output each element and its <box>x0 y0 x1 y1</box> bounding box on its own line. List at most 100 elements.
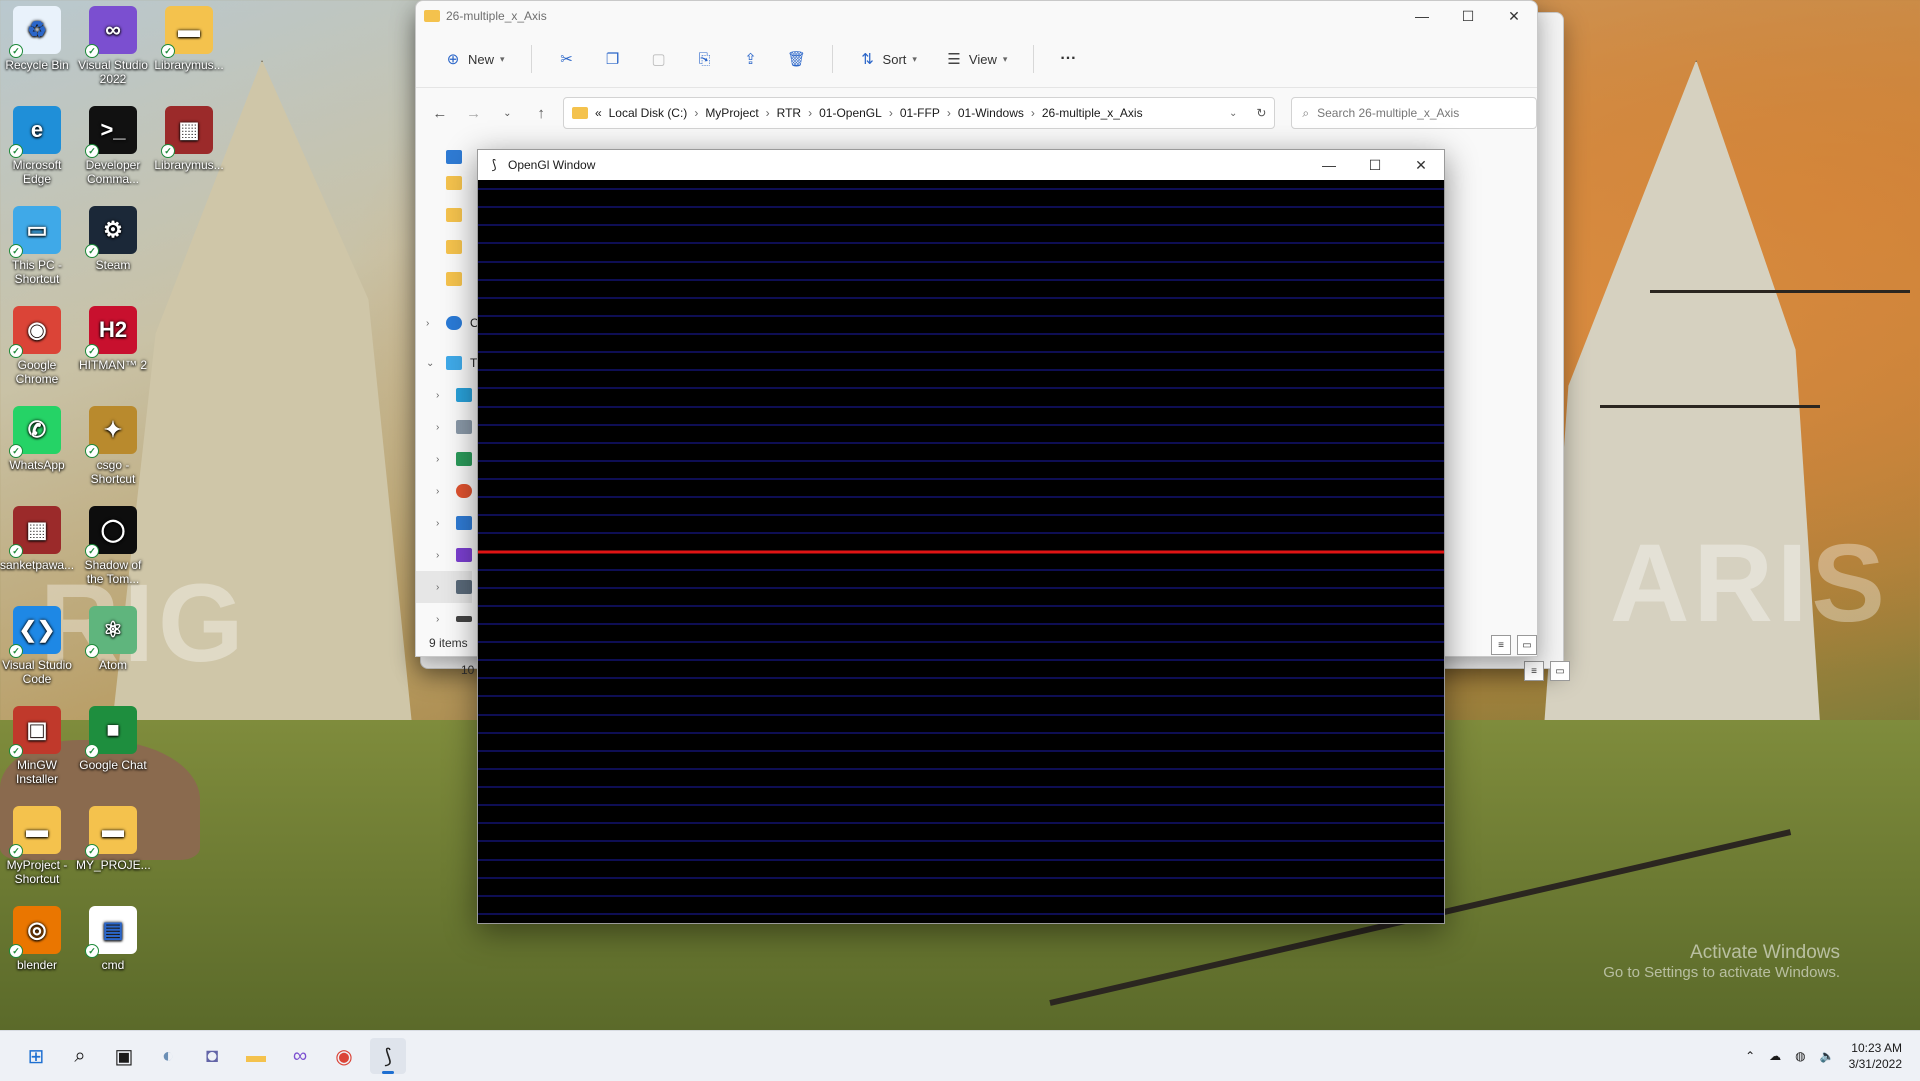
sort-button[interactable]: ⇅ Sort ▾ <box>849 43 927 75</box>
minimize-button[interactable]: — <box>1399 8 1445 25</box>
visual-studio-icon[interactable]: ∞ <box>282 1038 318 1074</box>
desktop-icon[interactable]: ▣ ✓ MinGW Installer <box>0 706 74 786</box>
opengl-window[interactable]: ⟆ OpenGl Window — ☐ ✕ <box>477 149 1445 924</box>
app-icon: ✆ ✓ <box>9 406 61 458</box>
music-icon <box>456 484 472 498</box>
search-box[interactable]: ⌕ Search 26-multiple_x_Axis <box>1291 97 1537 129</box>
desktop-icon[interactable]: ▬ ✓ MY_PROJE... <box>76 806 151 872</box>
address-bar[interactable]: « Local Disk (C:) › MyProject › RTR › 01-OpenG… <box>562 97 1276 129</box>
desktop-icon[interactable]: ◉ ✓ Google Chrome <box>0 306 74 386</box>
forward-arrow-icon[interactable]: → <box>462 105 486 122</box>
view-toggle: ≡ ▭ <box>1524 661 1570 681</box>
nav-item[interactable]: › <box>416 539 472 571</box>
nav-item[interactable]: › <box>416 507 472 539</box>
cut-button[interactable]: ✂ <box>548 43 586 75</box>
desktop-icon[interactable]: ▦ ✓ sanketpawa... <box>0 506 74 572</box>
more-options-button[interactable]: ··· <box>1050 43 1086 75</box>
nav-item[interactable] <box>416 199 462 231</box>
desktop-icon[interactable]: ⚛ ✓ Atom <box>76 606 150 672</box>
desktop-icon[interactable]: ◯ ✓ Shadow of the Tom... <box>76 506 150 586</box>
maximize-button[interactable]: ☐ <box>1445 8 1491 25</box>
chevron-down-icon[interactable]: ⌄ <box>1229 108 1237 119</box>
view-button[interactable]: ☰ View ▾ <box>935 43 1017 75</box>
nav-item[interactable] <box>416 231 462 263</box>
network-icon[interactable]: ◍ <box>1795 1049 1805 1063</box>
clock[interactable]: 10:23 AM 3/31/2022 <box>1849 1040 1902 1072</box>
nav-item[interactable]: › <box>416 603 472 635</box>
tiles-view-icon[interactable]: ▭ <box>1517 635 1537 655</box>
nav-item[interactable]: › <box>416 475 472 507</box>
back-arrow-icon[interactable]: ← <box>428 105 452 122</box>
widgets-icon[interactable]: ◐ <box>150 1038 186 1074</box>
desktop-icon[interactable]: >_ ✓ Developer Comma... <box>76 106 150 186</box>
desktop-icon[interactable]: ▦ ✓ Librarymus... <box>152 106 226 172</box>
breadcrumb-item[interactable]: 01-Windows <box>958 106 1024 120</box>
close-button[interactable]: ✕ <box>1398 157 1444 174</box>
volume-icon[interactable]: 🔈 <box>1820 1049 1835 1063</box>
explorer-titlebar[interactable]: 26-multiple_x_Axis — ☐ ✕ <box>416 1 1537 31</box>
details-view-icon[interactable]: ≡ <box>1491 635 1511 655</box>
file-explorer-icon[interactable]: ▬ <box>238 1038 274 1074</box>
opengl-app-icon[interactable]: ⟆ <box>370 1038 406 1074</box>
rename-button[interactable]: ⎘ <box>686 43 724 75</box>
task-view-icon[interactable]: ▣ <box>106 1038 142 1074</box>
desktop-icon[interactable]: ❮❯ ✓ Visual Studio Code <box>0 606 74 686</box>
nav-item-selected[interactable]: › <box>416 571 472 603</box>
recent-locations-icon[interactable]: ⌄ <box>495 108 519 119</box>
desktop-icon[interactable]: H2 ✓ HITMAN™ 2 <box>76 306 150 372</box>
start-icon[interactable]: ⊞ <box>18 1038 54 1074</box>
maximize-button[interactable]: ☐ <box>1352 157 1398 174</box>
search-icon[interactable]: ⌕ <box>62 1038 98 1074</box>
desktop-icon[interactable]: ⚙ ✓ Steam <box>76 206 150 272</box>
nav-item-this-pc[interactable]: ⌄Th <box>416 347 484 379</box>
opengl-canvas[interactable] <box>478 180 1444 923</box>
desktop-icon[interactable]: ∞ ✓ Visual Studio 2022 <box>76 6 150 86</box>
desktop-icon[interactable]: ▬ ✓ Librarymus... <box>152 6 226 72</box>
computer-icon <box>446 356 462 370</box>
details-view-icon[interactable]: ≡ <box>1524 661 1544 681</box>
show-hidden-icons-chevron[interactable]: ⌃ <box>1745 1049 1755 1063</box>
nav-item[interactable] <box>416 263 462 295</box>
new-button[interactable]: ⊕ New ▾ <box>434 43 515 75</box>
desktop-icon[interactable]: ■ ✓ Google Chat <box>76 706 150 772</box>
search-input[interactable]: Search 26-multiple_x_Axis <box>1317 106 1459 120</box>
breadcrumb-item[interactable]: 01-FFP <box>900 106 940 120</box>
refresh-icon[interactable]: ↻ <box>1256 106 1266 120</box>
copy-button[interactable]: ❐ <box>594 43 632 75</box>
desktop-icon[interactable]: ✆ ✓ WhatsApp <box>0 406 74 472</box>
breadcrumb-item[interactable]: RTR <box>777 106 801 120</box>
opengl-titlebar[interactable]: ⟆ OpenGl Window — ☐ ✕ <box>478 150 1444 180</box>
desktop-icon[interactable]: ◎ ✓ blender <box>0 906 74 972</box>
desktop-icon-label: Librarymus... <box>154 58 224 72</box>
paste-button[interactable]: ▢ <box>640 43 678 75</box>
breadcrumb-item[interactable]: MyProject <box>705 106 758 120</box>
app-icon: ▭ ✓ <box>9 206 61 258</box>
nav-item-onedrive[interactable]: › O <box>416 307 479 339</box>
desktop-icon-label: Google Chat <box>79 758 147 772</box>
sync-status-icon: ✓ <box>9 44 23 58</box>
desktop-icon[interactable]: ▭ ✓ This PC - Shortcut <box>0 206 74 286</box>
up-arrow-icon[interactable]: ↑ <box>529 105 553 122</box>
nav-item[interactable]: › <box>416 443 472 475</box>
chrome-icon[interactable]: ◉ <box>326 1038 362 1074</box>
nav-item[interactable] <box>416 167 462 199</box>
delete-button[interactable]: 🗑 <box>778 43 816 75</box>
nav-item[interactable]: › <box>416 379 472 411</box>
breadcrumb-overflow[interactable]: « <box>595 106 602 120</box>
desktop-icon[interactable]: ♻ ✓ Recycle Bin <box>0 6 74 72</box>
desktop-icon[interactable]: e ✓ Microsoft Edge <box>0 106 74 186</box>
breadcrumb-item[interactable]: 01-OpenGL <box>819 106 882 120</box>
close-button[interactable]: ✕ <box>1491 8 1537 25</box>
share-button[interactable]: ⇪ <box>732 43 770 75</box>
desktop-icon[interactable]: ▤ ✓ cmd <box>76 906 150 972</box>
tiles-view-icon[interactable]: ▭ <box>1550 661 1570 681</box>
teams-chat-icon[interactable]: ◘ <box>194 1038 230 1074</box>
minimize-button[interactable]: — <box>1306 157 1352 174</box>
breadcrumb-item[interactable]: 26-multiple_x_Axis <box>1042 106 1143 120</box>
nav-item[interactable]: › <box>416 411 472 443</box>
onedrive-icon[interactable]: ☁ <box>1769 1049 1781 1063</box>
wallpaper-arrow <box>1600 405 1820 408</box>
desktop-icon[interactable]: ✦ ✓ csgo - Shortcut <box>76 406 150 486</box>
desktop-icon[interactable]: ▬ ✓ MyProject - Shortcut <box>0 806 74 886</box>
breadcrumb-item[interactable]: Local Disk (C:) <box>609 106 688 120</box>
